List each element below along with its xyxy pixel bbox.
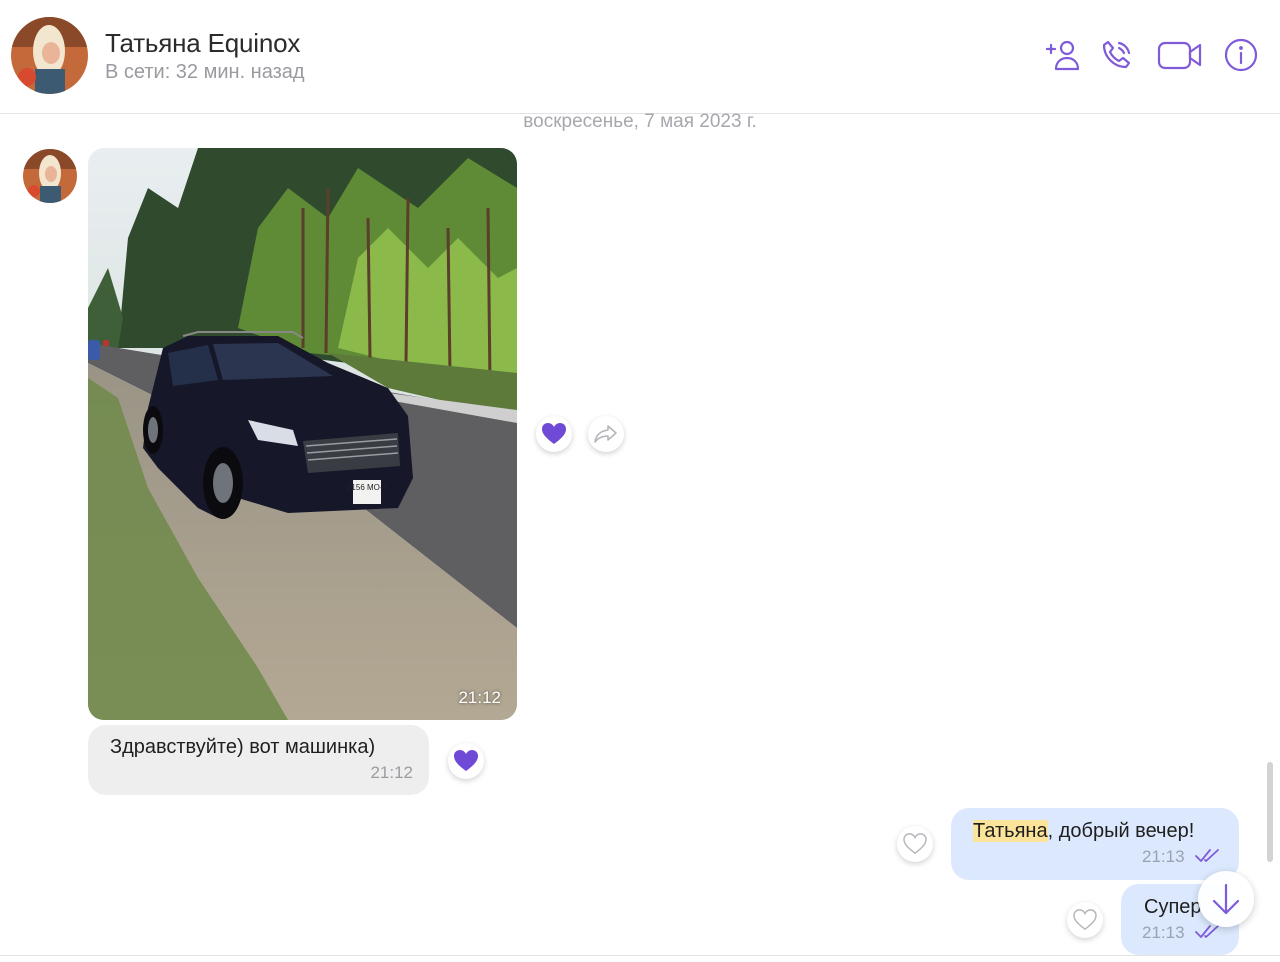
add-contact-button[interactable] bbox=[1043, 35, 1083, 75]
forward-button[interactable] bbox=[588, 416, 624, 452]
plate-number: 2156 MO-7 bbox=[347, 483, 388, 492]
info-icon bbox=[1224, 38, 1258, 72]
date-separator: воскресенье, 7 мая 2023 г. bbox=[523, 111, 757, 132]
like-button-photo[interactable] bbox=[536, 416, 572, 452]
incoming-message-bubble[interactable]: Здравствуйте) вот машинка) 21:12 bbox=[88, 725, 429, 795]
message-text-rest: , добрый вечер! bbox=[1047, 820, 1195, 842]
add-contact-icon bbox=[1045, 40, 1080, 71]
highlighted-name: Татьяна bbox=[973, 820, 1048, 842]
forward-icon bbox=[594, 425, 617, 443]
contact-status: В сети: 32 мин. назад bbox=[105, 61, 305, 83]
outgoing-message-bubble[interactable]: Татьяна, добрый вечер! 21:13 bbox=[951, 808, 1239, 880]
scrollbar[interactable] bbox=[1267, 762, 1273, 862]
heart-outline-icon bbox=[903, 833, 927, 855]
like-button-incoming[interactable] bbox=[448, 743, 484, 779]
car-photo: 2156 MO-7 bbox=[88, 148, 517, 720]
heart-filled-icon bbox=[542, 423, 566, 444]
message-time: 21:13 bbox=[1142, 847, 1185, 866]
video-camera-icon bbox=[1157, 41, 1202, 70]
arrow-down-icon bbox=[1212, 883, 1240, 915]
contact-name[interactable]: Татьяна Equinox bbox=[105, 28, 300, 59]
message-text: Татьяна, добрый вечер! bbox=[973, 820, 1194, 843]
phone-icon bbox=[1102, 40, 1131, 69]
like-button-outgoing-2[interactable] bbox=[1067, 902, 1103, 938]
message-text: Здравствуйте) вот машинка) bbox=[110, 736, 376, 758]
heart-filled-icon bbox=[454, 750, 478, 771]
read-ticks-icon bbox=[1194, 847, 1222, 868]
composer-divider bbox=[0, 955, 1280, 956]
read-ticks-icon bbox=[1194, 923, 1222, 944]
photo-time: 21:12 bbox=[458, 688, 501, 707]
heart-outline-icon bbox=[1073, 909, 1097, 931]
message-text: Супер bbox=[1144, 896, 1202, 918]
chat-header: Татьяна Equinox В сети: 32 мин. назад bbox=[0, 0, 1280, 114]
like-button-outgoing-1[interactable] bbox=[897, 826, 933, 862]
sender-avatar[interactable] bbox=[23, 149, 77, 203]
call-button[interactable] bbox=[1098, 35, 1136, 75]
message-time: 21:13 bbox=[1142, 923, 1185, 942]
contact-avatar[interactable] bbox=[11, 17, 88, 94]
video-call-button[interactable] bbox=[1155, 35, 1205, 75]
info-button[interactable] bbox=[1222, 35, 1260, 75]
scroll-to-bottom-button[interactable] bbox=[1198, 871, 1254, 927]
photo-message[interactable]: 2156 MO-7 21:12 bbox=[88, 148, 517, 720]
message-time: 21:12 bbox=[370, 763, 413, 782]
